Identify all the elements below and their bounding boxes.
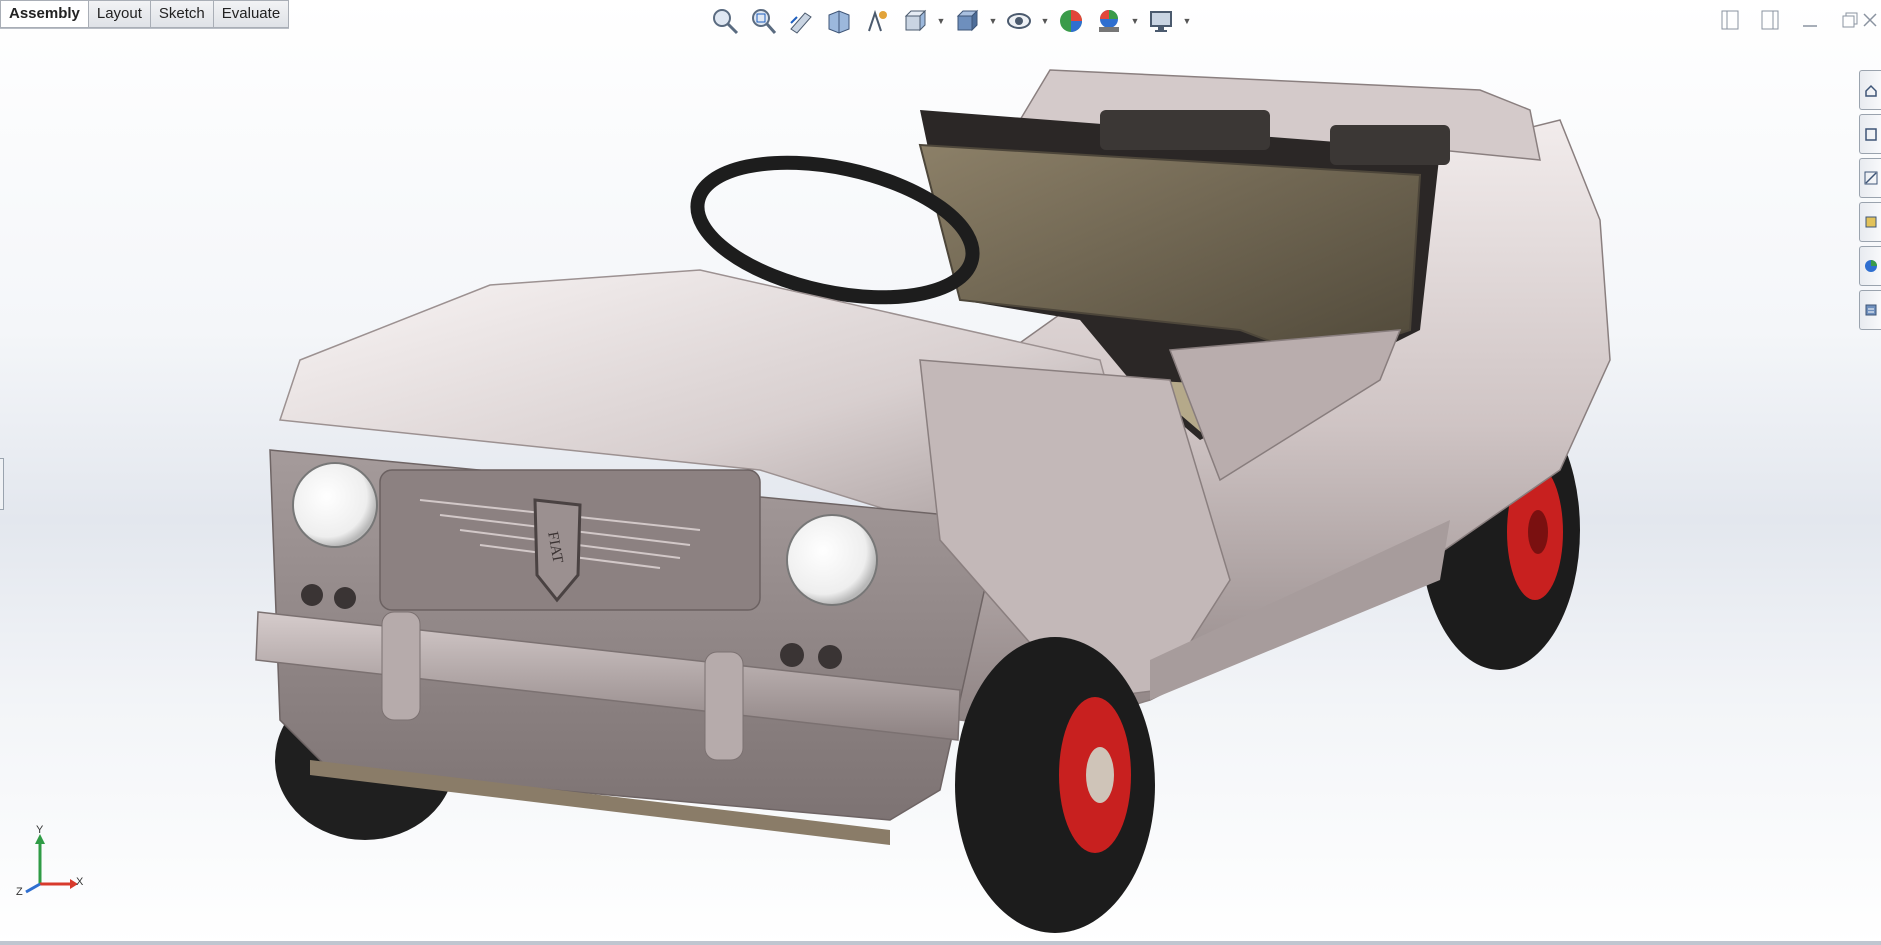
- dynamic-annotation-icon[interactable]: [860, 4, 894, 38]
- view-settings-dropdown[interactable]: ▼: [1182, 4, 1192, 38]
- triad-x-label: X: [76, 876, 84, 888]
- task-pane-tabs: [1859, 70, 1881, 334]
- file-explorer-icon[interactable]: [1859, 158, 1881, 198]
- triad-y-label: Y: [36, 824, 44, 836]
- tab-evaluate[interactable]: Evaluate: [213, 0, 290, 28]
- front-right-wheel: [955, 637, 1155, 933]
- solidworks-resources-icon[interactable]: [1859, 70, 1881, 110]
- apply-scene-dropdown[interactable]: ▼: [1130, 4, 1140, 38]
- zoom-to-fit-icon[interactable]: [708, 4, 742, 38]
- bumper-guard-right: [704, 651, 744, 761]
- edit-appearance-icon[interactable]: [1054, 4, 1088, 38]
- tile-left-icon[interactable]: [1718, 8, 1742, 32]
- triad-z-label: Z: [16, 886, 23, 898]
- close-icon[interactable]: [1860, 10, 1880, 30]
- bumper-guard-left: [381, 611, 421, 721]
- feature-manager-collapse-handle[interactable]: [0, 458, 4, 510]
- appearances-icon[interactable]: [1859, 246, 1881, 286]
- restore-icon[interactable]: [1838, 8, 1862, 32]
- view-orientation-icon[interactable]: [898, 4, 932, 38]
- custom-properties-icon[interactable]: [1859, 290, 1881, 330]
- zoom-to-area-icon[interactable]: [746, 4, 780, 38]
- car-model[interactable]: FIAT: [0, 0, 1881, 940]
- triad-axes-icon: [25, 834, 78, 894]
- window-controls: [1718, 8, 1862, 32]
- minimize-icon[interactable]: [1798, 8, 1822, 32]
- display-style-icon[interactable]: [950, 4, 984, 38]
- heads-up-view-toolbar: ▼ ▼ ▼ ▼ ▼: [708, 4, 1192, 38]
- tab-layout[interactable]: Layout: [88, 0, 151, 28]
- headlight-right: [786, 514, 878, 606]
- tab-sketch[interactable]: Sketch: [150, 0, 214, 28]
- view-palette-icon[interactable]: [1859, 202, 1881, 242]
- display-style-dropdown[interactable]: ▼: [988, 4, 998, 38]
- view-orientation-dropdown[interactable]: ▼: [936, 4, 946, 38]
- view-settings-icon[interactable]: [1144, 4, 1178, 38]
- command-manager-tabs: Assembly Layout Sketch Evaluate: [0, 0, 290, 29]
- design-library-icon[interactable]: [1859, 114, 1881, 154]
- hide-show-dropdown[interactable]: ▼: [1040, 4, 1050, 38]
- tab-assembly[interactable]: Assembly: [0, 0, 89, 28]
- apply-scene-icon[interactable]: [1092, 4, 1126, 38]
- headlight-left: [292, 462, 378, 548]
- previous-view-icon[interactable]: [784, 4, 818, 38]
- tile-right-icon[interactable]: [1758, 8, 1782, 32]
- reference-triad: Y X Z: [14, 820, 94, 900]
- status-border: [0, 941, 1881, 945]
- hide-show-items-icon[interactable]: [1002, 4, 1036, 38]
- section-view-icon[interactable]: [822, 4, 856, 38]
- graphics-viewport[interactable]: FIAT: [0, 0, 1881, 940]
